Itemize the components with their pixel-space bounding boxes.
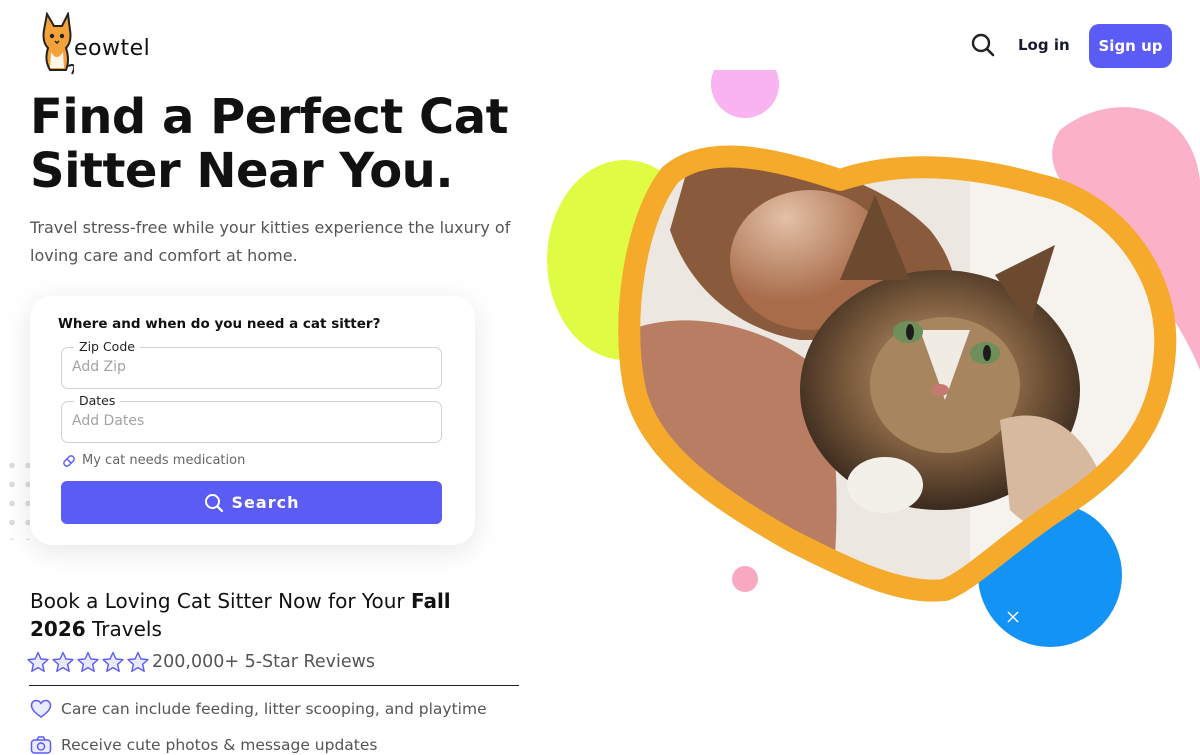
search-button[interactable]: Search	[61, 481, 442, 524]
booking-text-after: Travels	[85, 617, 162, 641]
hero-subtitle: Travel stress-free while your kitties ex…	[30, 218, 511, 265]
zip-input[interactable]	[72, 348, 427, 386]
search-icon[interactable]	[970, 32, 996, 58]
feature-text: Receive cute photos & message updates	[61, 736, 378, 754]
feature-text: Care can include feeding, litter scoopin…	[61, 700, 487, 718]
hero-illustration	[547, 70, 1200, 647]
camera-icon	[30, 736, 52, 754]
brand-logo[interactable]: eowtel	[40, 10, 151, 76]
dates-field[interactable]: Dates	[61, 393, 442, 443]
page-title: Find a Perfect Cat Sitter Near You.	[30, 90, 550, 198]
zip-field[interactable]: Zip Code	[61, 339, 442, 389]
star-icon	[52, 651, 74, 672]
title-line-2: Sitter Near You.	[30, 143, 454, 199]
star-icon	[127, 651, 149, 672]
search-card-title: Where and when do you need a cat sitter?	[58, 316, 381, 332]
dot-pink	[732, 566, 758, 592]
medication-toggle[interactable]: My cat needs medication	[62, 453, 245, 468]
feature-item: Receive cute photos & message updates	[30, 735, 378, 755]
star-rating	[26, 651, 150, 673]
booking-headline: Book a Loving Cat Sitter Now for Your Fa…	[30, 587, 500, 643]
booking-text-before: Book a Loving Cat Sitter Now for Your	[30, 589, 411, 613]
star-icon	[27, 651, 49, 672]
signup-button[interactable]: Sign up	[1089, 24, 1172, 68]
star-icon	[102, 651, 124, 672]
search-card: Where and when do you need a cat sitter?…	[30, 296, 475, 545]
medication-label: My cat needs medication	[82, 453, 246, 468]
pill-icon	[63, 454, 75, 467]
divider	[29, 685, 519, 686]
cat-logo-icon	[42, 10, 76, 75]
feature-item: Care can include feeding, litter scoopin…	[30, 699, 487, 719]
title-line-1: Find a Perfect Cat	[30, 89, 509, 145]
dates-input[interactable]	[72, 402, 427, 440]
search-button-label: Search	[231, 493, 300, 512]
login-link[interactable]: Log in	[1018, 36, 1070, 54]
blob-lilac	[711, 70, 779, 118]
search-icon	[204, 493, 223, 512]
heart-icon	[30, 699, 52, 718]
brand-name: eowtel	[74, 36, 151, 61]
reviews-count: 200,000+ 5-Star Reviews	[152, 652, 376, 672]
star-icon	[77, 651, 99, 672]
